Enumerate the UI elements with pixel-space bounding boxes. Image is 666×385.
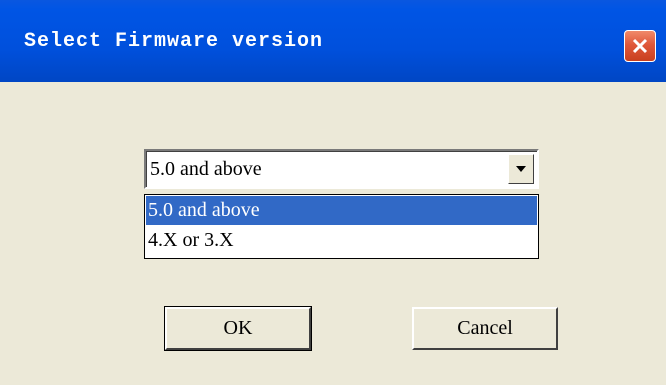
ok-button[interactable]: OK	[164, 306, 312, 351]
cancel-button[interactable]: Cancel	[412, 307, 558, 350]
select-firmware-dialog: Select Firmware version 5.0 and above 5.…	[0, 0, 666, 385]
chevron-down-icon	[516, 166, 526, 172]
option-4x-or-3x[interactable]: 4.X or 3.X	[146, 226, 537, 255]
firmware-select-value: 5.0 and above	[150, 158, 262, 180]
close-icon	[632, 38, 648, 54]
firmware-dropdown-list: 5.0 and above 4.X or 3.X	[144, 194, 539, 259]
dropdown-button[interactable]	[508, 154, 534, 184]
title-bar[interactable]: Select Firmware version	[0, 0, 666, 82]
dialog-title: Select Firmware version	[24, 30, 324, 53]
option-5-0-and-above[interactable]: 5.0 and above	[146, 196, 537, 225]
close-button[interactable]	[624, 30, 656, 62]
firmware-version-select[interactable]: 5.0 and above	[144, 149, 539, 189]
